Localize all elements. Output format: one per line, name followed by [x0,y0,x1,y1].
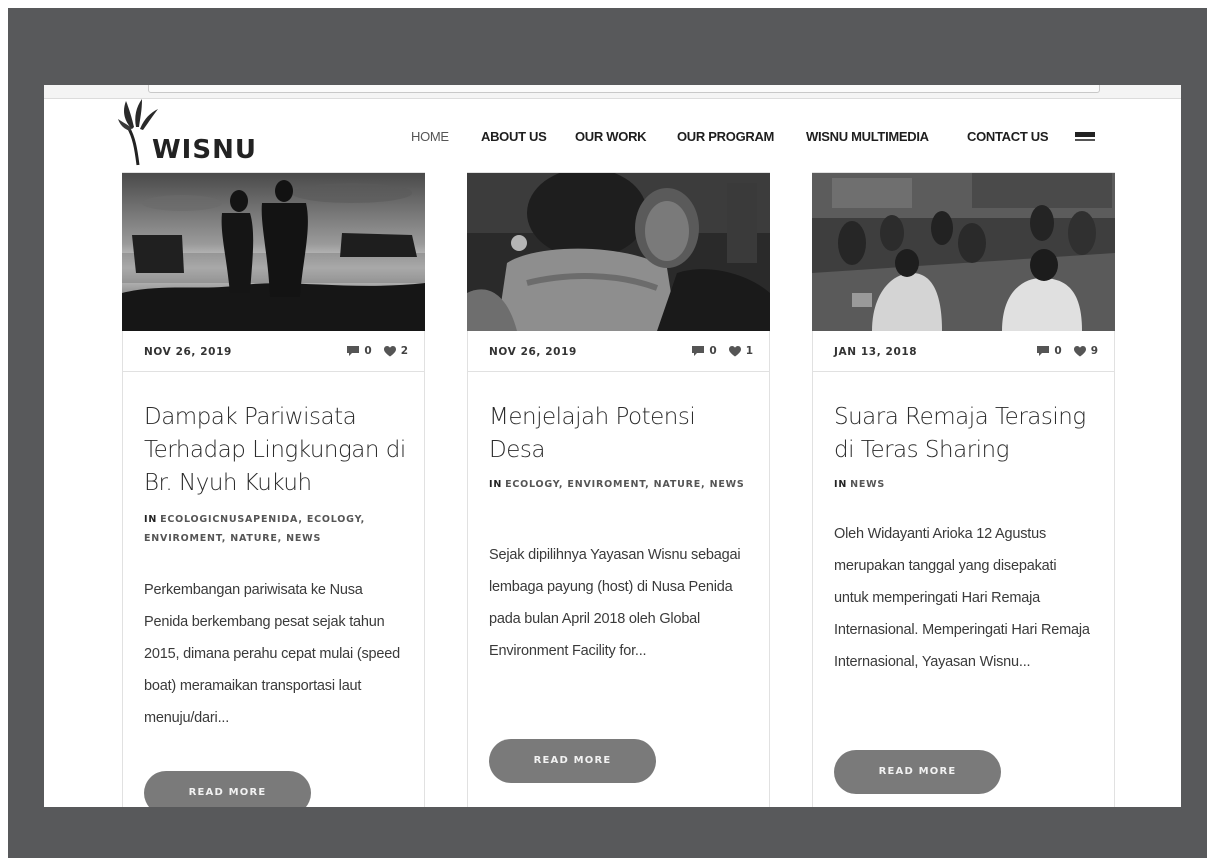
post-image[interactable] [812,173,1115,331]
nav-item-home[interactable]: HOME [411,129,449,144]
like-count: 1 [745,345,753,357]
main-nav: HOME ABOUT US OUR WORK OUR PROGRAM WISNU… [44,129,1181,149]
address-bar[interactable] [148,85,1100,93]
post-date: NOV 26, 2019 [144,346,232,358]
post-categories: IN ECOLOGICNUSAPENIDA, ECOLOGY, ENVIROMEN… [144,510,409,548]
post-date: NOV 26, 2019 [489,346,577,358]
post-counts: 0 1 [692,345,753,357]
category-links[interactable]: ECOLOGY, ENVIROMENT, NATURE, NEWS [505,479,744,490]
comment-count: 0 [1054,345,1062,357]
comment-count: 0 [709,345,717,357]
comment-count: 0 [364,345,372,357]
comment-icon[interactable] [347,345,360,357]
category-links[interactable]: ECOLOGICNUSAPENIDA, ECOLOGY, ENVIROMENT,… [144,514,365,544]
heart-icon[interactable] [728,345,741,357]
post-categories: IN NEWS [834,475,1099,494]
read-more-button[interactable]: READ MORE [489,739,656,783]
post-image[interactable] [122,173,425,331]
post-title[interactable]: Suara Remaja Terasing di Teras Sharing [834,401,1099,467]
post-card: JAN 13, 2018 0 9 Suara Remaja Terasing d… [812,172,1115,807]
read-more-button[interactable]: READ MORE [144,771,311,807]
post-counts: 0 2 [347,345,408,357]
like-count: 9 [1090,345,1098,357]
categories-prefix: IN [144,514,158,525]
nav-item-wisnu-multimedia[interactable]: WISNU MULTIMEDIA [806,129,929,144]
post-title[interactable]: Menjelajah Potensi Desa [489,401,754,467]
post-date: JAN 13, 2018 [834,346,918,358]
post-categories: IN ECOLOGY, ENVIROMENT, NATURE, NEWS [489,475,754,494]
category-links[interactable]: NEWS [850,479,885,490]
post-card: NOV 26, 2019 0 1 Menjelajah Potensi Desa… [467,172,770,807]
post-excerpt: Sejak dipilihnya Yayasan Wisnu sebagai l… [489,547,741,659]
post-excerpt: Perkembangan pariwisata ke Nusa Penida b… [144,582,400,726]
post-title[interactable]: Dampak Pariwisata Terhadap Lingkungan di… [144,401,409,500]
heart-icon[interactable] [1073,345,1086,357]
categories-prefix: IN [834,479,848,490]
post-counts: 0 9 [1037,345,1098,357]
nav-item-our-program[interactable]: OUR PROGRAM [677,129,774,144]
browser-viewport: WISNU HOME ABOUT US OUR WORK OUR PROGRAM… [44,85,1181,807]
categories-prefix: IN [489,479,503,490]
post-meta: NOV 26, 2019 0 1 [468,331,769,372]
browser-toolbar [44,85,1181,99]
post-meta: NOV 26, 2019 0 2 [123,331,424,372]
hamburger-menu-icon[interactable] [1075,131,1095,145]
nav-item-about-us[interactable]: ABOUT US [481,129,547,144]
post-image[interactable] [467,173,770,331]
post-meta: JAN 13, 2018 0 9 [813,331,1114,372]
comment-icon[interactable] [692,345,705,357]
post-card: NOV 26, 2019 0 2 Dampak Pariwisata Terha… [122,172,425,807]
post-excerpt: Oleh Widayanti Arioka 12 Agustus merupak… [834,526,1090,670]
nav-item-our-work[interactable]: OUR WORK [575,129,647,144]
nav-item-contact-us[interactable]: CONTACT US [967,129,1049,144]
comment-icon[interactable] [1037,345,1050,357]
read-more-button[interactable]: READ MORE [834,750,1001,794]
like-count: 2 [400,345,408,357]
heart-icon[interactable] [383,345,396,357]
